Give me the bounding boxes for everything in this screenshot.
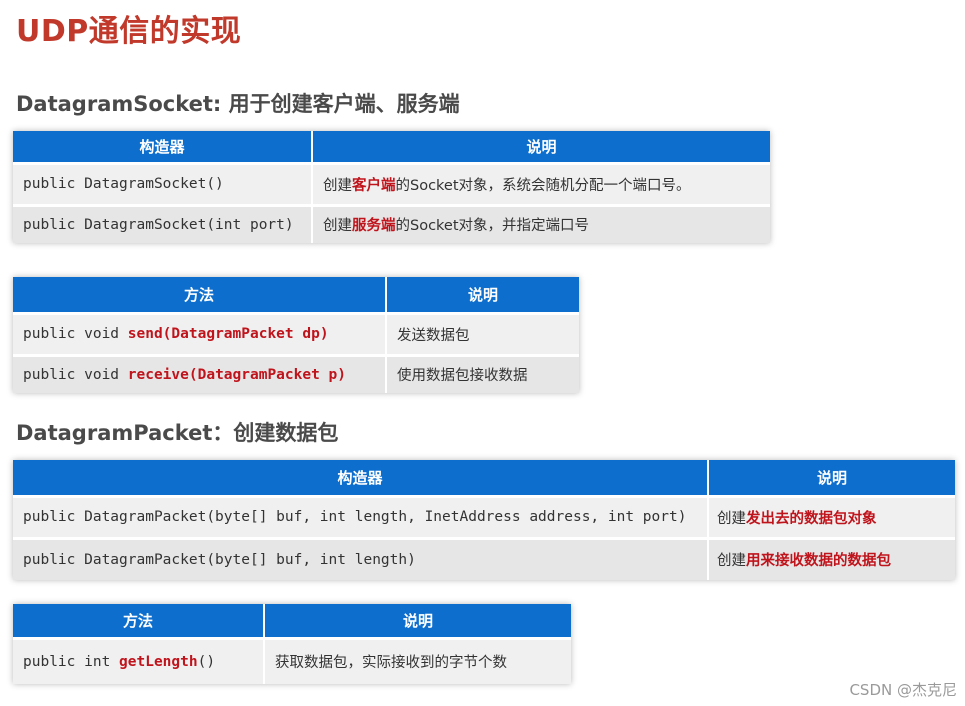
table-header-constructor: 构造器 — [13, 460, 709, 496]
constructor-signature: public DatagramSocket() — [13, 161, 313, 205]
constructor-signature: public DatagramPacket(byte[] buf, int le… — [13, 536, 709, 580]
table-header-description: 说明 — [312, 131, 770, 163]
table-header-description: 说明 — [708, 460, 955, 496]
method-signature: public int getLength() — [13, 636, 265, 684]
datagramsocket-heading: DatagramSocket: 用于创建客户端、服务端 — [16, 92, 460, 116]
method-signature: public void receive(DatagramPacket p) — [13, 353, 387, 393]
constructor-signature: public DatagramPacket(byte[] buf, int le… — [13, 494, 709, 538]
table-header-method: 方法 — [13, 277, 387, 313]
method-description: 获取数据包，实际接收到的字节个数 — [264, 636, 571, 684]
table-header-constructor: 构造器 — [13, 131, 313, 163]
constructor-description: 创建发出去的数据包对象 — [708, 494, 955, 538]
method-description: 使用数据包接收数据 — [386, 353, 579, 393]
table-header-description: 说明 — [264, 604, 571, 638]
constructor-description: 创建用来接收数据的数据包 — [708, 536, 955, 580]
method-description: 发送数据包 — [386, 311, 579, 355]
table-row: public DatagramSocket(int port) 创建服务端的So… — [13, 203, 770, 243]
table-row: public void send(DatagramPacket dp) 发送数据… — [13, 311, 579, 355]
watermark: CSDN @杰克尼 — [849, 681, 957, 699]
table-row: public DatagramSocket() 创建客户端的Socket对象，系… — [13, 161, 770, 205]
constructor-description: 创建客户端的Socket对象，系统会随机分配一个端口号。 — [312, 161, 770, 205]
datagramsocket-constructor-table: 构造器 说明 public DatagramSocket() 创建客户端的Soc… — [13, 131, 770, 243]
table-row: public void receive(DatagramPacket p) 使用… — [13, 353, 579, 393]
table-row: public DatagramPacket(byte[] buf, int le… — [13, 494, 955, 538]
constructor-signature: public DatagramSocket(int port) — [13, 203, 313, 243]
table-row: public DatagramPacket(byte[] buf, int le… — [13, 536, 955, 580]
datagrampacket-method-table: 方法 说明 public int getLength() 获取数据包，实际接收到… — [13, 604, 571, 684]
table-header-method: 方法 — [13, 604, 265, 638]
constructor-description: 创建服务端的Socket对象，并指定端口号 — [312, 203, 770, 243]
datagrampacket-constructor-table: 构造器 说明 public DatagramPacket(byte[] buf,… — [13, 460, 955, 580]
table-row: public int getLength() 获取数据包，实际接收到的字节个数 — [13, 636, 571, 684]
page-title: UDP通信的实现 — [16, 14, 242, 49]
datagramsocket-method-table: 方法 说明 public void send(DatagramPacket dp… — [13, 277, 579, 393]
method-signature: public void send(DatagramPacket dp) — [13, 311, 387, 355]
table-header-description: 说明 — [386, 277, 579, 313]
datagrampacket-heading: DatagramPacket：创建数据包 — [16, 421, 339, 445]
